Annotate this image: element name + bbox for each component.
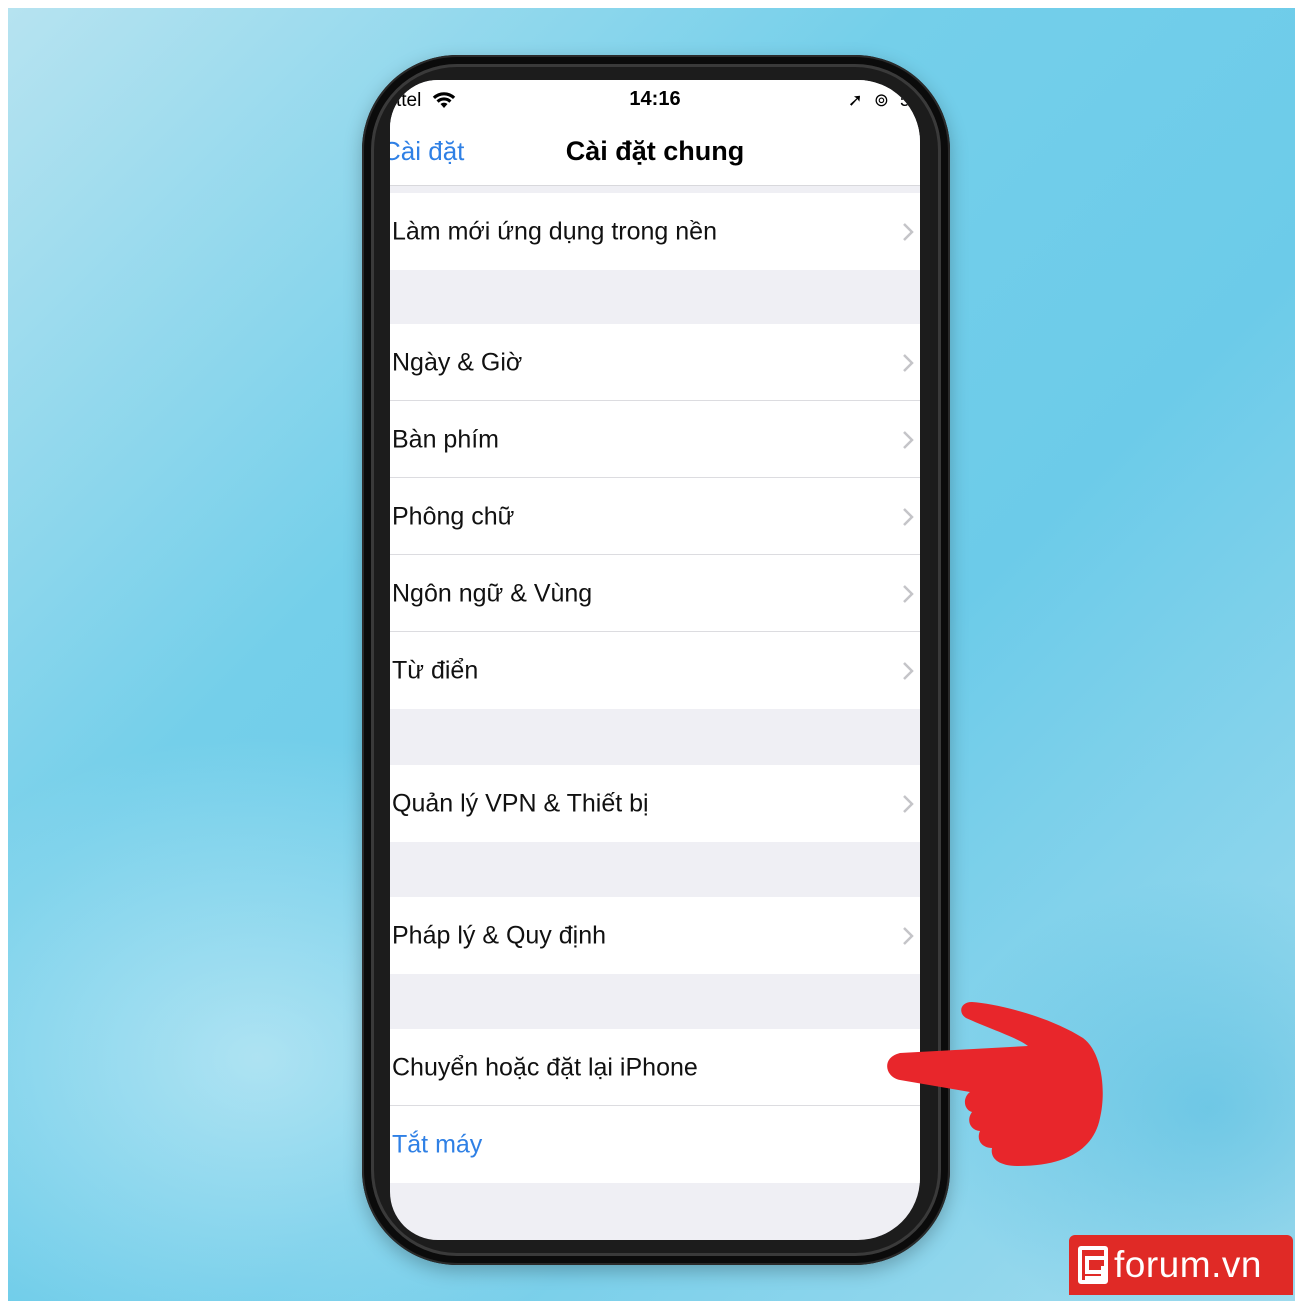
status-indicators: ➚ ⊚ 53 [848, 90, 920, 111]
settings-row-fonts[interactable]: Phông chữ [390, 478, 920, 555]
chevron-right-icon [903, 353, 914, 372]
chevron-right-icon [903, 661, 914, 680]
logo-text: forum.vn [1114, 1244, 1262, 1285]
settings-row-vpn-device-management[interactable]: Quản lý VPN & Thiết bị [390, 765, 920, 842]
page-title: Cài đặt chung [565, 136, 745, 166]
row-label: Phông chữ [392, 502, 515, 530]
pointing-hand-icon [887, 1002, 1103, 1166]
chevron-right-icon [903, 430, 914, 449]
phone-screen: ttel 14:16 ➚ ⊚ 53 Cài đặt Cài đặt chung … [390, 80, 920, 1240]
chevron-right-icon [903, 794, 914, 813]
row-label: Quản lý VPN & Thiết bị [392, 789, 649, 817]
row-label: Pháp lý & Quy định [392, 921, 607, 949]
settings-row-legal-regulatory[interactable]: Pháp lý & Quy định [390, 897, 920, 974]
settings-row-date-time[interactable]: Ngày & Giờ [390, 324, 920, 401]
row-label: Chuyển hoặc đặt lại iPhone [392, 1053, 698, 1081]
sforum-logo: forum.vn [1069, 1235, 1293, 1295]
sforum-s-icon [1078, 1246, 1108, 1284]
location-icon: ➚ [847, 90, 863, 110]
settings-row-language-region[interactable]: Ngôn ngữ & Vùng [390, 555, 920, 632]
row-label: Bàn phím [392, 425, 500, 453]
alarm-lock-icon: ⊚ [873, 90, 889, 110]
row-label: Ngôn ngữ & Vùng [392, 579, 593, 607]
row-label: Từ điển [392, 656, 479, 684]
row-label: Ngày & Giờ [392, 348, 523, 376]
navigation-bar: Cài đặt Cài đặt chung [390, 126, 920, 186]
settings-row-dictionary[interactable]: Từ điển [390, 632, 920, 709]
settings-row-transfer-reset-iphone[interactable]: Chuyển hoặc đặt lại iPhone [390, 1029, 920, 1106]
battery-percent: 53 [899, 90, 920, 110]
settings-row-background-app-refresh[interactable]: Làm mới ứng dụng trong nền [390, 193, 920, 270]
row-label: Tắt máy [392, 1130, 483, 1158]
chevron-right-icon [903, 926, 914, 945]
status-bar: ttel 14:16 ➚ ⊚ 53 [390, 80, 920, 126]
status-time: 14:16 [629, 88, 681, 110]
settings-row-keyboard[interactable]: Bàn phím [390, 401, 920, 478]
chevron-right-icon [903, 507, 914, 526]
chevron-right-icon [903, 222, 914, 241]
row-label: Làm mới ứng dụng trong nền [392, 217, 717, 245]
shut-down-button[interactable]: Tắt máy [390, 1106, 920, 1183]
chevron-right-icon [903, 584, 914, 603]
